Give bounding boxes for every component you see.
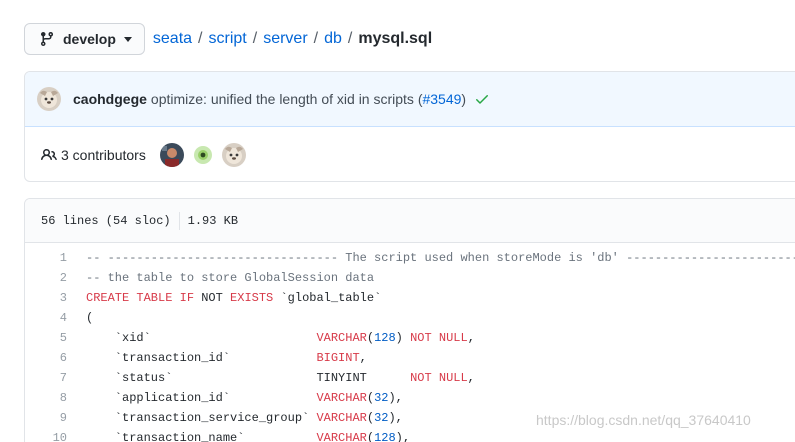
code-line: 5 `xid` VARCHAR(128) NOT NULL, [25,328,795,348]
check-icon[interactable] [474,91,490,107]
contributors-count-link[interactable]: 3 contributors [61,147,146,163]
branch-select-button[interactable]: develop [24,23,145,55]
line-code: `transaction_name` VARCHAR(128), [86,431,411,442]
latest-commit-row: caohdgege optimize: unified the length o… [25,72,795,127]
line-code: `application_id` VARCHAR(32), [86,391,403,405]
people-icon [41,147,57,163]
breadcrumb: seata / script / server / db / mysql.sql [153,30,432,48]
line-number[interactable]: 5 [25,331,67,345]
line-number[interactable]: 9 [25,411,67,425]
file-line-count: 56 lines (54 sloc) [41,213,171,228]
line-number[interactable]: 10 [25,431,67,442]
author-avatar[interactable] [37,87,61,111]
git-branch-icon [39,31,55,47]
breadcrumb-separator: / [198,30,203,47]
line-code: ( [86,311,94,325]
code-line: 7 `status` TINYINT NOT NULL, [25,368,795,388]
commit-message[interactable]: optimize: unified the length of xid in s… [151,91,466,107]
commit-message-end: ) [461,91,467,107]
breadcrumb-link-script[interactable]: script [209,30,247,48]
watermark-text: https://blog.csdn.net/qq_37640410 [536,412,751,428]
file-viewer: 56 lines (54 sloc) 1.93 KB 1 -- ---------… [24,198,795,442]
code-line: 3 CREATE TABLE IF NOT EXISTS `global_tabl… [25,288,795,308]
line-number[interactable]: 4 [25,311,67,325]
breadcrumb-link-db[interactable]: db [324,30,342,48]
file-size: 1.93 KB [187,213,239,228]
file-info-bar: 56 lines (54 sloc) 1.93 KB [25,199,795,243]
code-line: 8 `application_id` VARCHAR(32), [25,388,795,408]
line-code: -- -------------------------------- The … [86,251,795,265]
file-info-divider [178,211,180,230]
line-code: `transaction_id` BIGINT, [86,351,367,365]
breadcrumb-link-seata[interactable]: seata [153,30,192,48]
line-code: `transaction_service_group` VARCHAR(32), [86,411,403,425]
line-code: CREATE TABLE IF NOT EXISTS `global_table… [86,291,382,305]
commit-pr-link[interactable]: #3549 [422,91,461,107]
line-number[interactable]: 8 [25,391,67,405]
code-line: 10 `transaction_name` VARCHAR(128), [25,428,795,442]
code-line: 6 `transaction_id` BIGINT, [25,348,795,368]
commit-message-text[interactable]: optimize: unified the length of xid in s… [151,91,423,107]
line-number[interactable]: 1 [25,251,67,265]
code-line: 2 -- the table to store GlobalSession dat… [25,268,795,288]
chevron-down-icon [123,36,132,42]
code-line: 4( [25,308,795,328]
line-code: -- the table to store GlobalSession data [86,271,375,285]
contributors-row: 3 contributors [25,127,795,181]
line-code: `xid` VARCHAR(128) NOT NULL, [86,331,475,345]
file-nav: develop seata / script / server / db / m… [24,23,432,55]
contributor-avatar[interactable] [221,142,246,167]
commit-author-link[interactable]: caohdgege [73,91,147,107]
line-number[interactable]: 6 [25,351,67,365]
line-code: `status` TINYINT NOT NULL, [86,371,475,385]
contributor-avatar[interactable] [190,142,215,167]
breadcrumb-link-server[interactable]: server [263,30,307,48]
latest-commit-box: caohdgege optimize: unified the length o… [24,71,795,182]
breadcrumb-separator: / [347,30,353,47]
contributor-avatar[interactable] [159,142,184,167]
breadcrumb-file-name: mysql.sql [358,30,433,47]
breadcrumb-separator: / [313,30,319,47]
line-number[interactable]: 7 [25,371,67,385]
line-number[interactable]: 2 [25,271,67,285]
breadcrumb-separator: / [252,30,258,47]
line-number[interactable]: 3 [25,291,67,305]
code-line: 1 -- -------------------------------- The… [25,248,795,268]
branch-label: develop [63,31,116,47]
